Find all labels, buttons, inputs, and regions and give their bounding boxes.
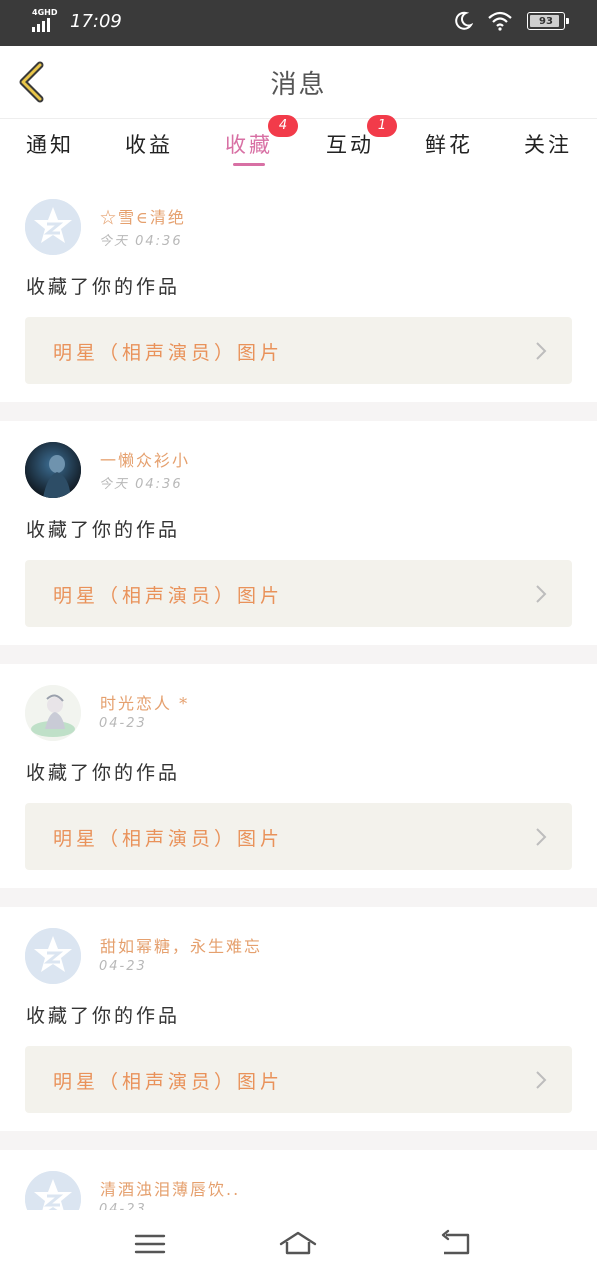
chevron-right-icon [536, 1071, 547, 1089]
work-link[interactable]: 明星（相声演员）图片 [25, 317, 572, 384]
action-text: 收藏了你的作品 [26, 1005, 181, 1027]
photo-avatar-icon [25, 442, 81, 498]
chevron-right-icon [536, 828, 547, 846]
tab-flowers[interactable]: 鲜花 [425, 129, 473, 159]
action-text: 收藏了你的作品 [26, 762, 181, 784]
tab-notifications[interactable]: 通知 [26, 129, 74, 159]
page-title: 消息 [270, 70, 327, 100]
avatar[interactable] [25, 1171, 81, 1210]
status-bar: 4GHD 17:09 93 [0, 0, 597, 46]
avatar[interactable] [25, 199, 81, 255]
moon-icon [455, 11, 473, 30]
chevron-right-icon [536, 585, 547, 603]
work-title: 明星（相声演员）图片 [53, 828, 284, 850]
timestamp: 今天 04:36 [99, 477, 183, 492]
anime-avatar-icon [25, 685, 81, 741]
status-time: 17:09 [70, 10, 122, 32]
wifi-icon [488, 11, 512, 31]
work-title: 明星（相声演员）图片 [53, 342, 284, 364]
timestamp: 今天 04:36 [99, 234, 183, 249]
username[interactable]: 甜如幂糖，永生难忘 [100, 933, 262, 957]
tab-bar: 通知 收益 收藏 4 互动 1 鲜花 关注 [0, 115, 597, 178]
list-item: ☆雪∈清绝 今天 04:36 收藏了你的作品 明星（相声演员）图片 [0, 178, 597, 402]
battery-level: 93 [539, 15, 553, 27]
username[interactable]: 清酒浊泪薄唇饮.. [100, 1176, 240, 1200]
signal-icon: 4GHD [32, 8, 58, 32]
page-header: 消息 [0, 46, 597, 118]
list-item: 一懒众衫小 今天 04:36 收藏了你的作品 明星（相声演员）图片 [0, 421, 597, 645]
list-item: 甜如幂糖，永生难忘 04-23 收藏了你的作品 明星（相声演员）图片 [0, 907, 597, 1131]
timestamp: 04-23 [99, 959, 147, 974]
default-avatar-icon [25, 1171, 81, 1210]
avatar[interactable] [25, 685, 81, 741]
back-icon [441, 1229, 470, 1255]
work-title: 明星（相声演员）图片 [53, 585, 284, 607]
tab-follow[interactable]: 关注 [524, 129, 572, 159]
active-tab-indicator [233, 163, 265, 166]
action-text: 收藏了你的作品 [26, 276, 181, 298]
timestamp: 04-23 [99, 716, 147, 731]
timestamp: 04-23 [99, 1202, 147, 1210]
favorites-badge: 4 [268, 115, 298, 137]
tab-earnings[interactable]: 收益 [125, 129, 173, 159]
username[interactable]: 时光恋人 * [100, 690, 189, 714]
tab-interactions[interactable]: 互动 [326, 129, 374, 159]
work-link[interactable]: 明星（相声演员）图片 [25, 803, 572, 870]
work-link[interactable]: 明星（相声演员）图片 [25, 560, 572, 627]
menu-icon [134, 1234, 166, 1254]
list-item: 清酒浊泪薄唇饮.. 04-23 [0, 1150, 597, 1210]
avatar[interactable] [25, 442, 81, 498]
battery-icon: 93 [527, 12, 569, 30]
default-avatar-icon [25, 199, 81, 255]
work-link[interactable]: 明星（相声演员）图片 [25, 1046, 572, 1113]
chevron-right-icon [536, 342, 547, 360]
username[interactable]: 一懒众衫小 [100, 447, 190, 471]
username[interactable]: ☆雪∈清绝 [100, 204, 186, 228]
work-title: 明星（相声演员）图片 [53, 1071, 284, 1093]
interactions-badge: 1 [367, 115, 397, 137]
system-nav-bar [0, 1210, 597, 1280]
back-nav-button[interactable] [436, 1228, 476, 1260]
menu-button[interactable] [130, 1228, 170, 1260]
list-item: 时光恋人 * 04-23 收藏了你的作品 明星（相声演员）图片 [0, 664, 597, 888]
network-type: 4GHD [32, 8, 58, 17]
action-text: 收藏了你的作品 [26, 519, 181, 541]
home-icon [279, 1231, 317, 1255]
default-avatar-icon [25, 928, 81, 984]
avatar[interactable] [25, 928, 81, 984]
tab-favorites[interactable]: 收藏 [225, 129, 273, 159]
home-button[interactable] [278, 1228, 318, 1260]
